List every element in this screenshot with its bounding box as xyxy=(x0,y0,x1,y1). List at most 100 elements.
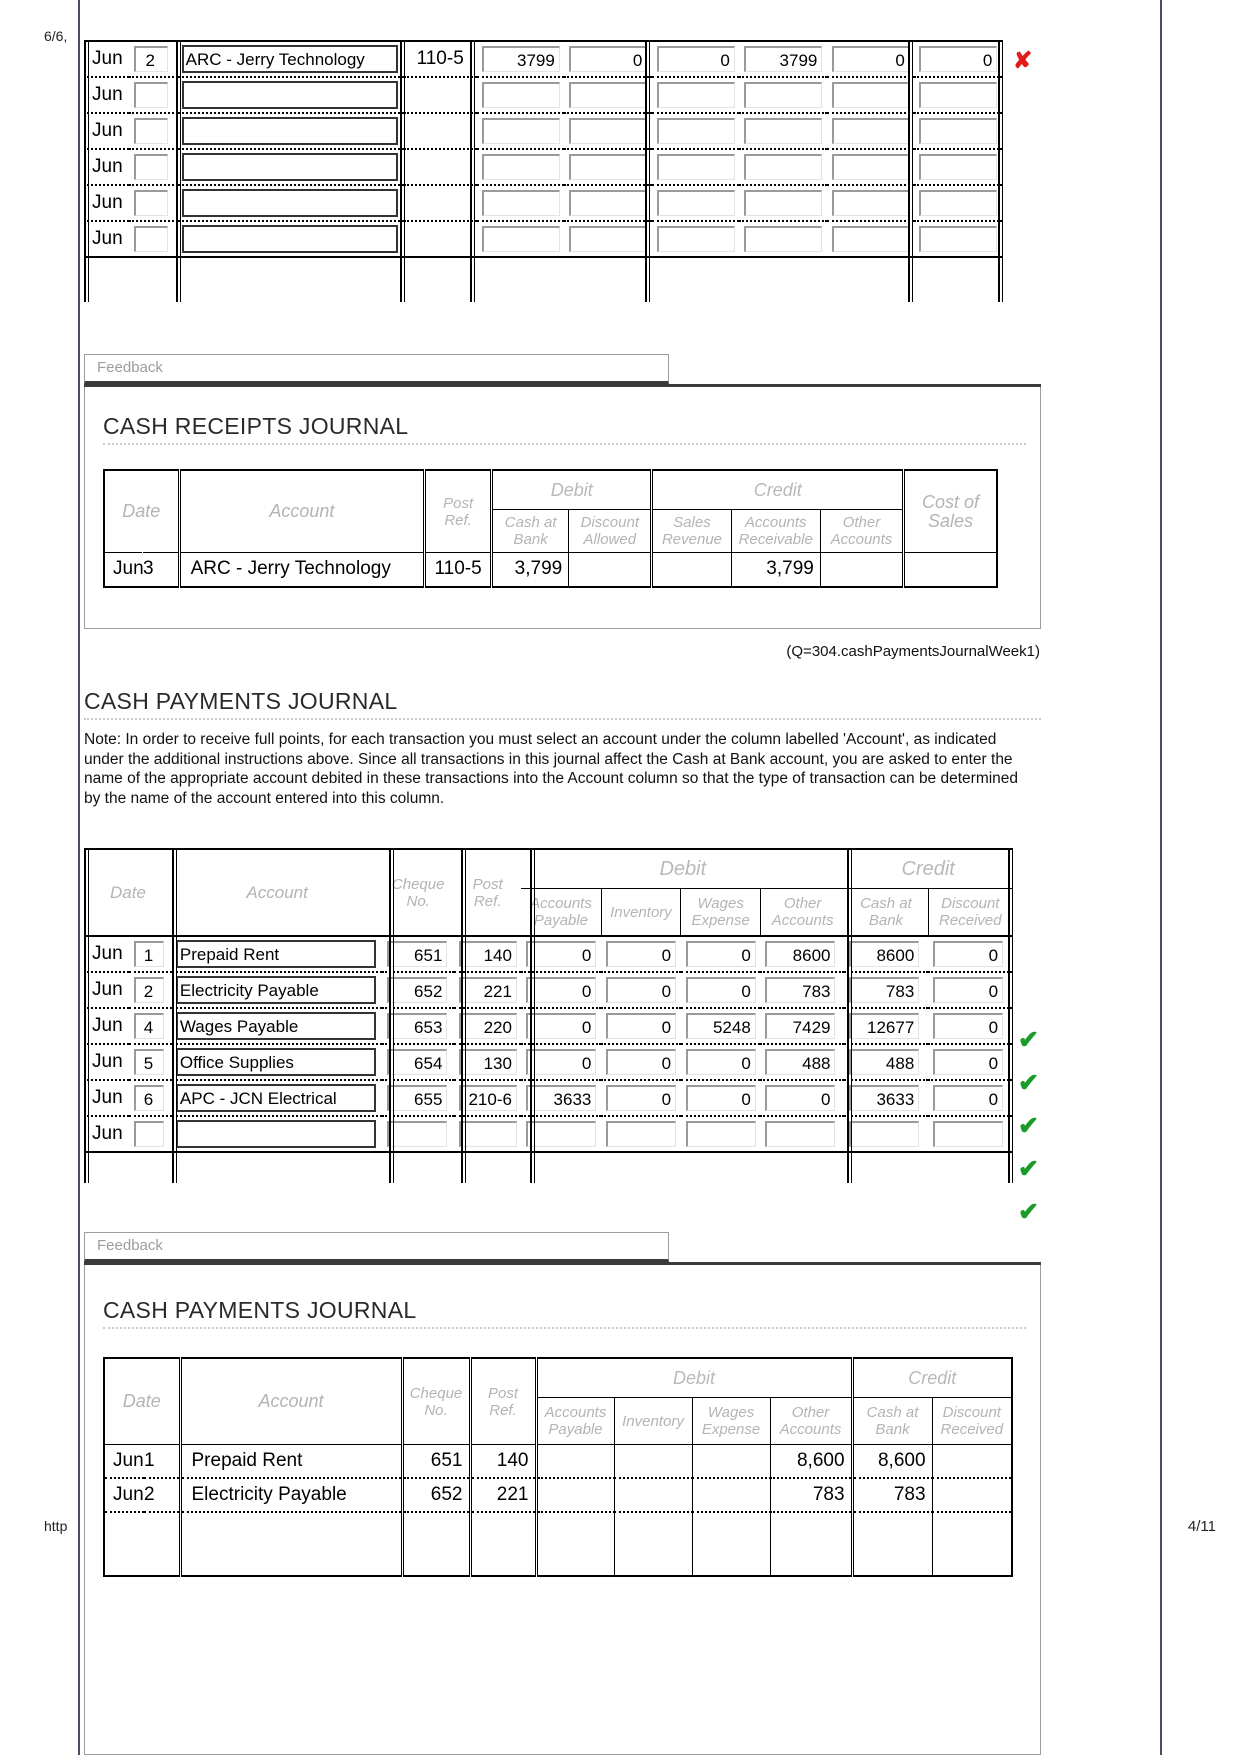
journal-input[interactable] xyxy=(569,226,648,252)
journal-input[interactable]: Electricity Payable xyxy=(175,976,376,1004)
journal-input[interactable] xyxy=(744,226,823,252)
journal-input[interactable]: 0 xyxy=(606,977,677,1003)
journal-input[interactable] xyxy=(744,118,823,144)
journal-input[interactable] xyxy=(133,118,168,144)
journal-input[interactable] xyxy=(831,190,910,216)
journal-input[interactable]: 0 xyxy=(933,1013,1004,1039)
journal-input[interactable]: 0 xyxy=(685,977,756,1003)
journal-input[interactable] xyxy=(181,225,398,253)
journal-input[interactable] xyxy=(831,118,910,144)
journal-input[interactable] xyxy=(656,190,735,216)
journal-input[interactable]: 3799 xyxy=(481,46,560,72)
journal-input[interactable]: 7429 xyxy=(765,1013,836,1039)
journal-input[interactable] xyxy=(919,82,998,108)
journal-input[interactable]: 0 xyxy=(765,1085,836,1111)
journal-input[interactable]: Office Supplies xyxy=(175,1048,376,1076)
journal-input[interactable] xyxy=(181,81,398,109)
journal-input[interactable]: 0 xyxy=(569,46,648,72)
journal-input[interactable]: ARC - Jerry Technology xyxy=(181,45,398,73)
journal-input[interactable] xyxy=(175,1120,376,1148)
journal-input[interactable] xyxy=(849,1121,920,1147)
journal-input[interactable]: 655 xyxy=(387,1085,448,1111)
journal-input[interactable]: Wages Payable xyxy=(175,1012,376,1040)
journal-input[interactable]: 12677 xyxy=(849,1013,920,1039)
journal-input[interactable]: 140 xyxy=(458,941,517,967)
journal-input[interactable] xyxy=(387,1121,448,1147)
journal-input[interactable]: 0 xyxy=(919,46,998,72)
journal-input[interactable] xyxy=(133,226,168,252)
journal-input[interactable] xyxy=(181,117,398,145)
journal-input[interactable] xyxy=(933,1121,1004,1147)
journal-input[interactable] xyxy=(481,154,560,180)
journal-input[interactable]: 0 xyxy=(606,1049,677,1075)
journal-input[interactable]: 0 xyxy=(526,1013,597,1039)
journal-input[interactable]: 654 xyxy=(387,1049,448,1075)
journal-input[interactable]: 0 xyxy=(685,1049,756,1075)
journal-input[interactable]: 488 xyxy=(765,1049,836,1075)
journal-input[interactable]: 8600 xyxy=(849,941,920,967)
journal-input[interactable]: 221 xyxy=(458,977,517,1003)
journal-input[interactable] xyxy=(481,190,560,216)
journal-input[interactable]: 0 xyxy=(606,1013,677,1039)
journal-input[interactable]: 0 xyxy=(526,1049,597,1075)
journal-input[interactable]: 3633 xyxy=(849,1085,920,1111)
journal-input[interactable]: 5 xyxy=(133,1049,164,1075)
journal-input[interactable]: 210-6 xyxy=(458,1085,517,1111)
journal-input[interactable] xyxy=(181,153,398,181)
journal-input[interactable]: 0 xyxy=(933,1085,1004,1111)
journal-input[interactable]: 1 xyxy=(133,941,164,967)
journal-input[interactable]: 783 xyxy=(765,977,836,1003)
journal-input[interactable]: 0 xyxy=(933,1049,1004,1075)
journal-input[interactable]: 0 xyxy=(831,46,910,72)
journal-input[interactable] xyxy=(481,82,560,108)
journal-input[interactable]: 220 xyxy=(458,1013,517,1039)
journal-input[interactable]: 0 xyxy=(526,977,597,1003)
journal-input[interactable]: 6 xyxy=(133,1085,164,1111)
journal-input[interactable] xyxy=(919,190,998,216)
journal-input[interactable] xyxy=(569,154,648,180)
journal-input[interactable] xyxy=(458,1121,517,1147)
journal-input[interactable] xyxy=(656,226,735,252)
journal-input[interactable]: 653 xyxy=(387,1013,448,1039)
journal-input[interactable]: 783 xyxy=(849,977,920,1003)
journal-input[interactable] xyxy=(765,1121,836,1147)
journal-input[interactable] xyxy=(569,82,648,108)
journal-input[interactable]: 0 xyxy=(606,1085,677,1111)
crj-feedback-label[interactable]: Feedback xyxy=(84,354,669,384)
journal-input[interactable]: APC - JCN Electrical xyxy=(175,1084,376,1112)
journal-input[interactable]: 2 xyxy=(133,46,168,72)
journal-input[interactable]: 0 xyxy=(685,1085,756,1111)
journal-input[interactable] xyxy=(133,1121,164,1147)
journal-input[interactable] xyxy=(526,1121,597,1147)
journal-input[interactable] xyxy=(656,154,735,180)
journal-input[interactable] xyxy=(831,226,910,252)
cpj-feedback-label[interactable]: Feedback xyxy=(84,1232,669,1262)
journal-input[interactable]: 3633 xyxy=(526,1085,597,1111)
journal-input[interactable]: 8600 xyxy=(765,941,836,967)
journal-input[interactable]: 5248 xyxy=(685,1013,756,1039)
journal-input[interactable] xyxy=(919,118,998,144)
journal-input[interactable] xyxy=(656,82,735,108)
journal-input[interactable]: 0 xyxy=(656,46,735,72)
journal-input[interactable]: 3799 xyxy=(744,46,823,72)
journal-input[interactable] xyxy=(569,118,648,144)
journal-input[interactable] xyxy=(133,190,168,216)
journal-input[interactable]: 652 xyxy=(387,977,448,1003)
journal-input[interactable]: 2 xyxy=(133,977,164,1003)
journal-input[interactable]: 130 xyxy=(458,1049,517,1075)
journal-input[interactable] xyxy=(133,82,168,108)
journal-input[interactable] xyxy=(744,82,823,108)
journal-input[interactable]: 0 xyxy=(933,977,1004,1003)
journal-input[interactable] xyxy=(831,154,910,180)
journal-input[interactable]: Prepaid Rent xyxy=(175,940,376,968)
journal-input[interactable] xyxy=(744,190,823,216)
journal-input[interactable] xyxy=(181,189,398,217)
journal-input[interactable] xyxy=(919,226,998,252)
journal-input[interactable]: 4 xyxy=(133,1013,164,1039)
journal-input[interactable] xyxy=(569,190,648,216)
journal-input[interactable] xyxy=(606,1121,677,1147)
journal-input[interactable]: 0 xyxy=(933,941,1004,967)
journal-input[interactable] xyxy=(133,154,168,180)
journal-input[interactable] xyxy=(481,226,560,252)
journal-input[interactable] xyxy=(481,118,560,144)
